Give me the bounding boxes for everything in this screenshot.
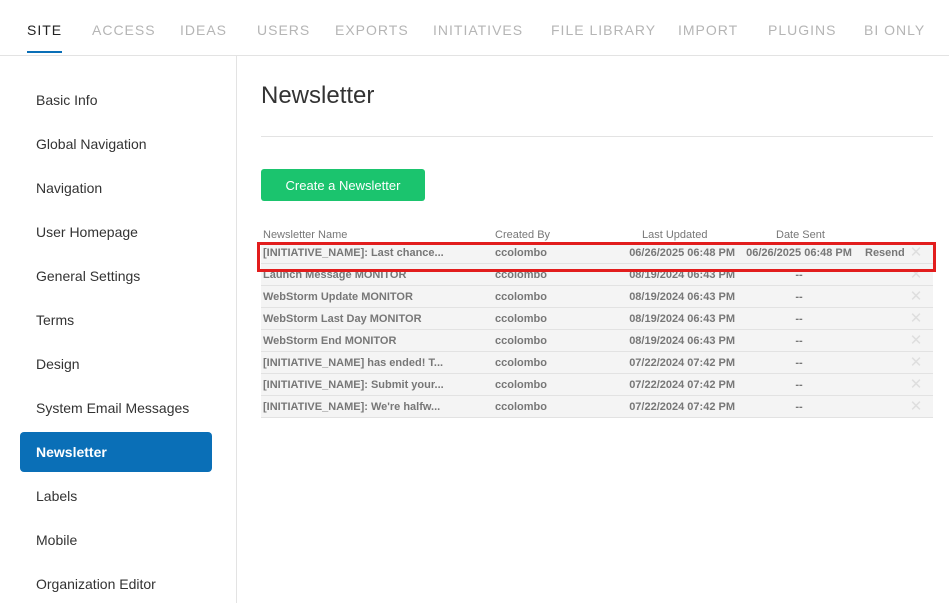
tab-import[interactable]: IMPORT — [678, 0, 738, 56]
sidebar-item-navigation[interactable]: Navigation — [20, 168, 212, 208]
tab-site[interactable]: SITE — [27, 0, 63, 56]
created-by: ccolombo — [495, 401, 547, 413]
column-header-last-updated: Last Updated — [642, 229, 708, 241]
top-navigation: SITE ACCESS IDEAS USERS EXPORTS INITIATI… — [0, 0, 949, 56]
last-updated: 06/26/2025 06:48 PM — [629, 247, 735, 259]
tab-users[interactable]: USERS — [257, 0, 310, 56]
delete-icon[interactable]: ✕ — [908, 330, 924, 352]
created-by: ccolombo — [495, 335, 547, 347]
last-updated: 08/19/2024 06:43 PM — [629, 335, 735, 347]
last-updated: 08/19/2024 06:43 PM — [629, 291, 735, 303]
table-row[interactable]: [INITIATIVE_NAME] has ended! T... ccolomb… — [261, 352, 933, 374]
date-sent: -- — [795, 313, 803, 325]
tab-file-library[interactable]: FILE LIBRARY — [551, 0, 656, 56]
table-row[interactable]: [INITIATIVE_NAME]: Submit your... ccolomb… — [261, 374, 933, 396]
newsletter-name[interactable]: Launch Message MONITOR — [263, 264, 488, 286]
newsletter-name[interactable]: WebStorm End MONITOR — [263, 330, 488, 352]
create-newsletter-button[interactable]: Create a Newsletter — [261, 169, 425, 201]
newsletter-name[interactable]: [INITIATIVE_NAME]: We're halfw... — [263, 396, 488, 418]
column-header-name: Newsletter Name — [263, 229, 348, 241]
newsletter-name[interactable]: [INITIATIVE_NAME] has ended! T... — [263, 352, 488, 374]
resend-link[interactable]: Resend — [865, 242, 905, 264]
column-header-date-sent: Date Sent — [776, 229, 825, 241]
created-by: ccolombo — [495, 269, 547, 281]
sidebar-item-terms[interactable]: Terms — [20, 300, 212, 340]
settings-sidebar: Basic Info Global Navigation Navigation … — [0, 56, 237, 603]
tab-bi-only[interactable]: BI ONLY — [864, 0, 925, 56]
table-row[interactable]: Launch Message MONITOR ccolombo 08/19/2024… — [261, 264, 933, 286]
delete-icon[interactable]: ✕ — [908, 242, 924, 264]
created-by: ccolombo — [495, 313, 547, 325]
last-updated: 08/19/2024 06:43 PM — [629, 313, 735, 325]
column-header-created-by: Created By — [495, 229, 551, 241]
page-title: Newsletter — [261, 82, 375, 109]
newsletter-name[interactable]: [INITIATIVE_NAME]: Submit your... — [263, 374, 488, 396]
last-updated: 08/19/2024 06:43 PM — [629, 269, 735, 281]
sidebar-item-organization-editor[interactable]: Organization Editor — [20, 564, 212, 603]
created-by: ccolombo — [495, 379, 547, 391]
sidebar-item-design[interactable]: Design — [20, 344, 212, 384]
newsletter-name[interactable]: [INITIATIVE_NAME]: Last chance... — [263, 242, 488, 264]
tab-ideas[interactable]: IDEAS — [180, 0, 227, 56]
sidebar-item-labels[interactable]: Labels — [20, 476, 212, 516]
date-sent: 06/26/2025 06:48 PM — [746, 247, 852, 259]
sidebar-item-system-email-messages[interactable]: System Email Messages — [20, 388, 212, 428]
newsletter-name[interactable]: WebStorm Update MONITOR — [263, 286, 488, 308]
tab-initiatives[interactable]: INITIATIVES — [433, 0, 523, 56]
newsletter-name[interactable]: WebStorm Last Day MONITOR — [263, 308, 488, 330]
table-row[interactable]: [INITIATIVE_NAME]: Last chance... ccolomb… — [261, 242, 933, 264]
last-updated: 07/22/2024 07:42 PM — [629, 401, 735, 413]
date-sent: -- — [795, 335, 803, 347]
table-row[interactable]: WebStorm Update MONITOR ccolombo 08/19/202… — [261, 286, 933, 308]
delete-icon[interactable]: ✕ — [908, 264, 924, 286]
sidebar-item-global-navigation[interactable]: Global Navigation — [20, 124, 212, 164]
date-sent: -- — [795, 357, 803, 369]
created-by: ccolombo — [495, 247, 547, 259]
table-header: Newsletter Name Created By Last Updated … — [261, 226, 933, 242]
sidebar-item-general-settings[interactable]: General Settings — [20, 256, 212, 296]
created-by: ccolombo — [495, 357, 547, 369]
table-row[interactable]: WebStorm Last Day MONITOR ccolombo 08/19/2… — [261, 308, 933, 330]
title-divider — [261, 136, 933, 137]
delete-icon[interactable]: ✕ — [908, 308, 924, 330]
tab-access[interactable]: ACCESS — [92, 0, 156, 56]
tab-exports[interactable]: EXPORTS — [335, 0, 409, 56]
table-row[interactable]: WebStorm End MONITOR ccolombo 08/19/2024 0… — [261, 330, 933, 352]
sidebar-item-newsletter[interactable]: Newsletter — [20, 432, 212, 472]
table-body: [INITIATIVE_NAME]: Last chance... ccolomb… — [261, 242, 933, 418]
delete-icon[interactable]: ✕ — [908, 286, 924, 308]
newsletter-table: Newsletter Name Created By Last Updated … — [261, 226, 933, 418]
sidebar-item-user-homepage[interactable]: User Homepage — [20, 212, 212, 252]
delete-icon[interactable]: ✕ — [908, 396, 924, 418]
last-updated: 07/22/2024 07:42 PM — [629, 379, 735, 391]
date-sent: -- — [795, 269, 803, 281]
delete-icon[interactable]: ✕ — [908, 352, 924, 374]
date-sent: -- — [795, 291, 803, 303]
main-content: Newsletter Create a Newsletter Newslette… — [238, 56, 949, 603]
sidebar-item-basic-info[interactable]: Basic Info — [20, 80, 212, 120]
table-row[interactable]: [INITIATIVE_NAME]: We're halfw... ccolomb… — [261, 396, 933, 418]
delete-icon[interactable]: ✕ — [908, 374, 924, 396]
date-sent: -- — [795, 379, 803, 391]
last-updated: 07/22/2024 07:42 PM — [629, 357, 735, 369]
created-by: ccolombo — [495, 291, 547, 303]
sidebar-item-mobile[interactable]: Mobile — [20, 520, 212, 560]
tab-plugins[interactable]: PLUGINS — [768, 0, 836, 56]
date-sent: -- — [795, 401, 803, 413]
